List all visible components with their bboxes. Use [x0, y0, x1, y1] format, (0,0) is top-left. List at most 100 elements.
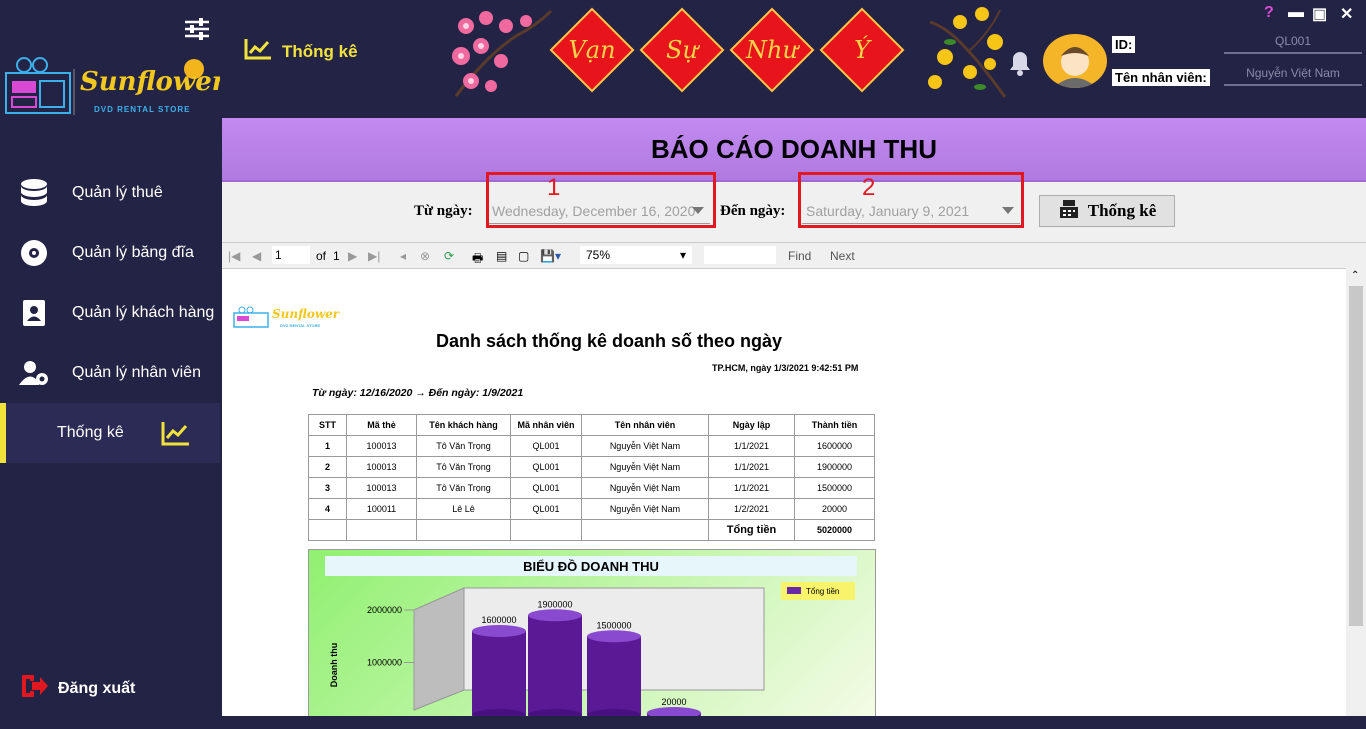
banner-diamond-1: Vạn	[549, 7, 635, 93]
table-cell: Nguyễn Việt Nam	[581, 435, 709, 457]
stop-icon[interactable]: ⊗	[420, 249, 430, 263]
print-layout-icon[interactable]: ▤	[496, 249, 507, 263]
table-cell: Tô Văn Trọng	[416, 456, 511, 478]
table-total-row: Tổng tiền 5020000	[308, 519, 875, 541]
logout-icon	[18, 673, 48, 704]
chart-data-label: 20000	[661, 697, 686, 707]
next-page-icon[interactable]: ▶	[348, 249, 357, 263]
column-header: Thành tiền	[794, 414, 875, 436]
page-tab-statistics: Thống kê	[244, 38, 358, 65]
page-total: 1	[333, 249, 340, 263]
page-setup-icon[interactable]: ▢	[518, 249, 529, 263]
report-date: TP.HCM, ngày 1/3/2021 9:42:51 PM	[712, 363, 859, 373]
logo: Sunflower DVD RENTAL STORE	[4, 55, 225, 120]
sidebar-item-statistics[interactable]: Thống kê	[0, 403, 220, 463]
chart-bar-top	[587, 630, 641, 643]
prev-page-icon[interactable]: ◀	[252, 249, 261, 263]
statistics-button-label: Thống kê	[1087, 201, 1157, 220]
sidebar-item-label: Quản lý nhân viên	[72, 364, 201, 381]
last-page-icon[interactable]: ▶|	[368, 249, 380, 263]
column-header: Ngày lập	[708, 414, 795, 436]
back-icon[interactable]: ◂	[400, 249, 406, 263]
revenue-chart: BIỂU ĐỒ DOANH THU Tổng tiền Doanh thu 20000…	[308, 549, 876, 716]
table-row: 4 100011 Lê Lê QL001 Nguyễn Việt Nam 1/2/2021…	[308, 498, 875, 520]
report-logo-brand: Sunflower	[272, 307, 340, 321]
employee-name-label: Tên nhân viên:	[1112, 69, 1210, 86]
peach-blossom-decoration	[446, 6, 556, 106]
settings-sliders-icon[interactable]	[184, 18, 210, 40]
table-cell: 20000	[794, 498, 875, 520]
report-scrollbar[interactable]: ⌃	[1346, 268, 1366, 716]
table-cell: QL001	[510, 456, 582, 478]
chart-side-wall	[413, 587, 465, 711]
total-value: 5020000	[794, 519, 875, 541]
minimize-icon[interactable]: ▬	[1288, 4, 1304, 22]
table-cell: 2	[308, 456, 347, 478]
sidebar: Sunflower DVD RENTAL STORE Quản lý thuê …	[0, 0, 225, 729]
table-row: 1 100013 Tô Văn Trọng QL001 Nguyễn Việt Nam 1…	[308, 435, 875, 457]
to-date-label: Đến ngày:	[720, 203, 786, 219]
find-button[interactable]: Find	[788, 249, 811, 263]
chart-data-label: 1600000	[481, 615, 516, 625]
report-title: Danh sách thống kê doanh số theo ngày	[436, 331, 783, 351]
chart-data-label: 1500000	[596, 620, 631, 630]
table-cell: 1/2/2021	[708, 498, 795, 520]
column-header: Mã nhân viên	[510, 414, 582, 436]
page-number-input[interactable]: 1	[272, 246, 310, 264]
sidebar-item-customers[interactable]: Quản lý khách hàng	[0, 283, 220, 343]
table-cell: QL001	[510, 477, 582, 499]
table-cell: 100013	[346, 435, 417, 457]
report-page: Sunflower DVD RENTAL STORE Danh sách thố…	[222, 268, 1346, 716]
column-header: Tên nhân viên	[581, 414, 709, 436]
scrollbar-thumb[interactable]	[1349, 286, 1363, 626]
chart-y-label: Doanh thu	[329, 643, 339, 688]
report-toolbar: |◀ ◀ 1 of 1 ▶ ▶| ◂ ⊗ ⟳ 🖶 ▤ ▢ 💾▾ 75% ▾ Fin…	[222, 242, 1366, 268]
logout-button[interactable]: Đăng xuất	[18, 673, 135, 704]
id-label: ID:	[1112, 36, 1136, 53]
maximize-icon[interactable]: ▣	[1312, 4, 1327, 24]
scroll-up-icon[interactable]: ⌃	[1351, 270, 1359, 281]
zoom-select[interactable]: 75% ▾	[580, 246, 692, 264]
table-cell: Nguyễn Việt Nam	[581, 498, 709, 520]
chart-bar-top	[647, 707, 701, 716]
chart-icon	[244, 38, 272, 65]
report-logo-subtitle: DVD RENTAL STORE	[280, 323, 321, 328]
brand-subtitle: DVD RENTAL STORE	[94, 105, 191, 114]
sidebar-item-discs[interactable]: Quản lý băng đĩa	[0, 223, 220, 283]
from-date-label: Từ ngày:	[414, 203, 473, 219]
find-input[interactable]	[704, 246, 776, 264]
statistics-button[interactable]: Thống kê	[1039, 195, 1175, 227]
sidebar-item-staff[interactable]: Quản lý nhân viên	[0, 343, 220, 403]
close-icon[interactable]: ✕	[1340, 4, 1353, 24]
refresh-icon[interactable]: ⟳	[444, 249, 454, 263]
table-cell: 1900000	[794, 456, 875, 478]
find-next-button[interactable]: Next	[830, 249, 855, 263]
brand-name: Sunflower	[80, 67, 226, 97]
table-cell: 4	[308, 498, 347, 520]
table-cell: 100013	[346, 456, 417, 478]
chart-bar	[587, 636, 641, 715]
table-cell: Tô Văn Trọng	[416, 435, 511, 457]
table-cell: 1	[308, 435, 347, 457]
chart-data-label: 1900000	[537, 599, 572, 609]
print-icon[interactable]: 🖶	[472, 249, 483, 270]
bell-icon[interactable]	[1008, 50, 1032, 81]
sidebar-item-label: Thống kê	[57, 424, 124, 441]
help-icon[interactable]: ?	[1264, 4, 1274, 22]
banner-diamond-2: Sự	[639, 7, 725, 93]
chart-y-tick: 1000000	[367, 658, 402, 668]
revenue-chart-svg: BIỂU ĐỒ DOANH THU Tổng tiền Doanh thu 20000…	[325, 556, 857, 716]
chart-legend-label: Tổng tiền	[806, 587, 839, 596]
avatar	[1043, 34, 1107, 88]
first-page-icon[interactable]: |◀	[228, 249, 240, 263]
export-icon[interactable]: 💾▾	[540, 249, 561, 263]
annotation-box-2	[798, 172, 1024, 228]
table-cell: Tô Văn Trọng	[416, 477, 511, 499]
chart-bar	[472, 631, 526, 715]
chart-title: BIỂU ĐỒ DOANH THU	[523, 559, 659, 574]
sidebar-item-rentals[interactable]: Quản lý thuê	[0, 163, 220, 223]
main-panel: BÁO CÁO DOANH THU Từ ngày: Wednesday, De…	[222, 118, 1366, 716]
sidebar-item-label: Quản lý khách hàng	[72, 304, 215, 321]
chart-legend-swatch	[787, 587, 801, 594]
employee-name-value: Nguyễn Việt Nam	[1224, 66, 1362, 86]
